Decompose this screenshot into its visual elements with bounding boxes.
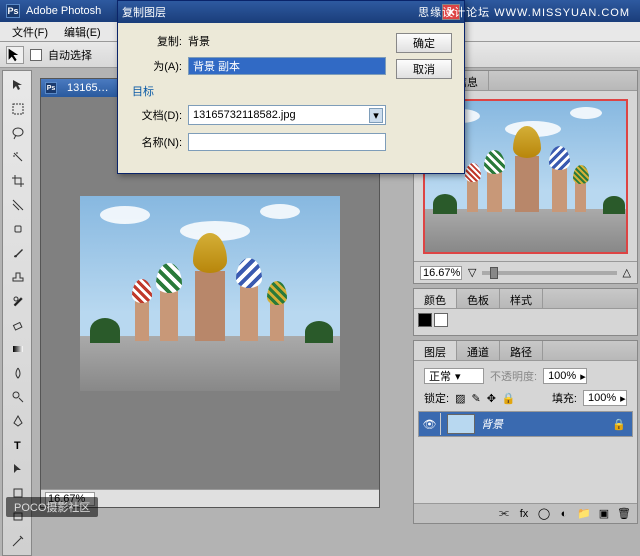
tab-color[interactable]: 颜色: [414, 289, 457, 308]
layer-row-background[interactable]: 👁 背景 🔒: [418, 411, 633, 437]
wand-tool[interactable]: [6, 146, 30, 168]
gradient-tool[interactable]: [6, 338, 30, 360]
brush-tool[interactable]: [6, 242, 30, 264]
app-title: Adobe Photosh: [26, 5, 101, 17]
crop-tool[interactable]: [6, 170, 30, 192]
layers-panel: 图层 通道 路径 正常▾ 不透明度: 100%▸ 锁定: ▨ ✎ ✥ 🔒 填充:…: [413, 340, 638, 524]
document-label: 文档(D):: [130, 107, 182, 123]
document-select[interactable]: 13165732118582.jpg ▾: [188, 105, 386, 125]
tab-styles[interactable]: 样式: [500, 289, 543, 308]
layer-mask-icon[interactable]: ◯: [537, 507, 551, 521]
document-icon: Ps: [45, 82, 57, 94]
path-select-tool[interactable]: [6, 458, 30, 480]
layer-group-icon[interactable]: 📁: [577, 507, 591, 521]
link-layers-icon[interactable]: ⫘: [497, 507, 511, 521]
dialog-title-text: 复制图层: [122, 4, 166, 20]
delete-layer-icon[interactable]: 🗑: [617, 507, 631, 521]
navigator-zoom-field[interactable]: 16.67%: [420, 266, 462, 280]
duplicate-layer-dialog: 复制图层 ✕ 复制: 背景 为(A): 背景 副本 目标 文档(D): 1316…: [117, 0, 465, 174]
lasso-tool[interactable]: [6, 122, 30, 144]
name-label: 名称(N):: [130, 134, 182, 150]
as-input[interactable]: 背景 副本: [188, 57, 386, 75]
duplicate-value: 背景: [188, 33, 210, 49]
blend-mode-select[interactable]: 正常▾: [424, 368, 484, 384]
chevron-down-icon: ▾: [369, 108, 383, 123]
color-panel: 颜色 色板 样式: [413, 288, 638, 336]
blur-tool[interactable]: [6, 362, 30, 384]
new-layer-icon[interactable]: ▣: [597, 507, 611, 521]
watermark-top: 思缘设计论坛 WWW.MISSYUAN.COM: [418, 4, 630, 20]
move-tool-indicator[interactable]: [6, 46, 24, 64]
toolbox: T: [2, 70, 32, 556]
zoom-slider[interactable]: [482, 271, 616, 275]
move-tool[interactable]: [6, 74, 30, 96]
auto-select-label: 自动选择: [48, 47, 92, 63]
visibility-toggle-icon[interactable]: 👁: [419, 413, 441, 435]
fill-label: 填充:: [552, 390, 577, 406]
slice-tool[interactable]: [6, 194, 30, 216]
photoshop-app-icon: Ps: [6, 4, 20, 18]
opacity-field[interactable]: 100%▸: [543, 368, 587, 384]
eraser-tool[interactable]: [6, 314, 30, 336]
adjustment-layer-icon[interactable]: ◐: [557, 507, 571, 521]
target-section-label: 目标: [132, 83, 386, 99]
duplicate-label: 复制:: [130, 33, 182, 49]
menu-edit[interactable]: 编辑(E): [56, 24, 109, 40]
layer-name: 背景: [481, 416, 503, 432]
cancel-button[interactable]: 取消: [396, 59, 452, 79]
layer-fx-icon[interactable]: fx: [517, 507, 531, 521]
lock-icon: 🔒: [612, 418, 626, 431]
eyedropper-tool[interactable]: [6, 530, 30, 552]
layer-thumbnail[interactable]: [447, 414, 475, 434]
zoom-in-icon[interactable]: △: [623, 266, 631, 279]
type-tool[interactable]: T: [6, 434, 30, 456]
ok-button[interactable]: 确定: [396, 33, 452, 53]
history-brush-tool[interactable]: [6, 290, 30, 312]
heal-tool[interactable]: [6, 218, 30, 240]
watermark-bottom: POCO摄影社区: [6, 497, 98, 517]
opacity-label: 不透明度:: [490, 368, 537, 384]
tab-paths[interactable]: 路径: [500, 341, 543, 360]
svg-text:T: T: [14, 440, 21, 452]
auto-select-checkbox[interactable]: [30, 49, 42, 61]
lock-all-icon[interactable]: 🔒: [502, 392, 516, 405]
swatch[interactable]: [418, 313, 432, 327]
dodge-tool[interactable]: [6, 386, 30, 408]
lock-transparency-icon[interactable]: ▨: [455, 392, 465, 405]
dialog-titlebar[interactable]: 复制图层 ✕: [118, 1, 464, 23]
lock-label: 锁定:: [424, 390, 449, 406]
as-label: 为(A):: [130, 58, 182, 74]
swatch[interactable]: [434, 313, 448, 327]
document-title: 13165…: [67, 82, 109, 94]
fill-field[interactable]: 100%▸: [583, 390, 627, 406]
tab-swatches[interactable]: 色板: [457, 289, 500, 308]
zoom-out-icon[interactable]: ▽: [468, 266, 476, 279]
lock-position-icon[interactable]: ✥: [487, 392, 496, 405]
tab-channels[interactable]: 通道: [457, 341, 500, 360]
stamp-tool[interactable]: [6, 266, 30, 288]
canvas-image: [80, 196, 340, 391]
lock-paint-icon[interactable]: ✎: [471, 392, 480, 405]
marquee-tool[interactable]: [6, 98, 30, 120]
pen-tool[interactable]: [6, 410, 30, 432]
tab-layers[interactable]: 图层: [414, 341, 457, 360]
name-input[interactable]: [188, 133, 386, 151]
menu-file[interactable]: 文件(F): [4, 24, 56, 40]
